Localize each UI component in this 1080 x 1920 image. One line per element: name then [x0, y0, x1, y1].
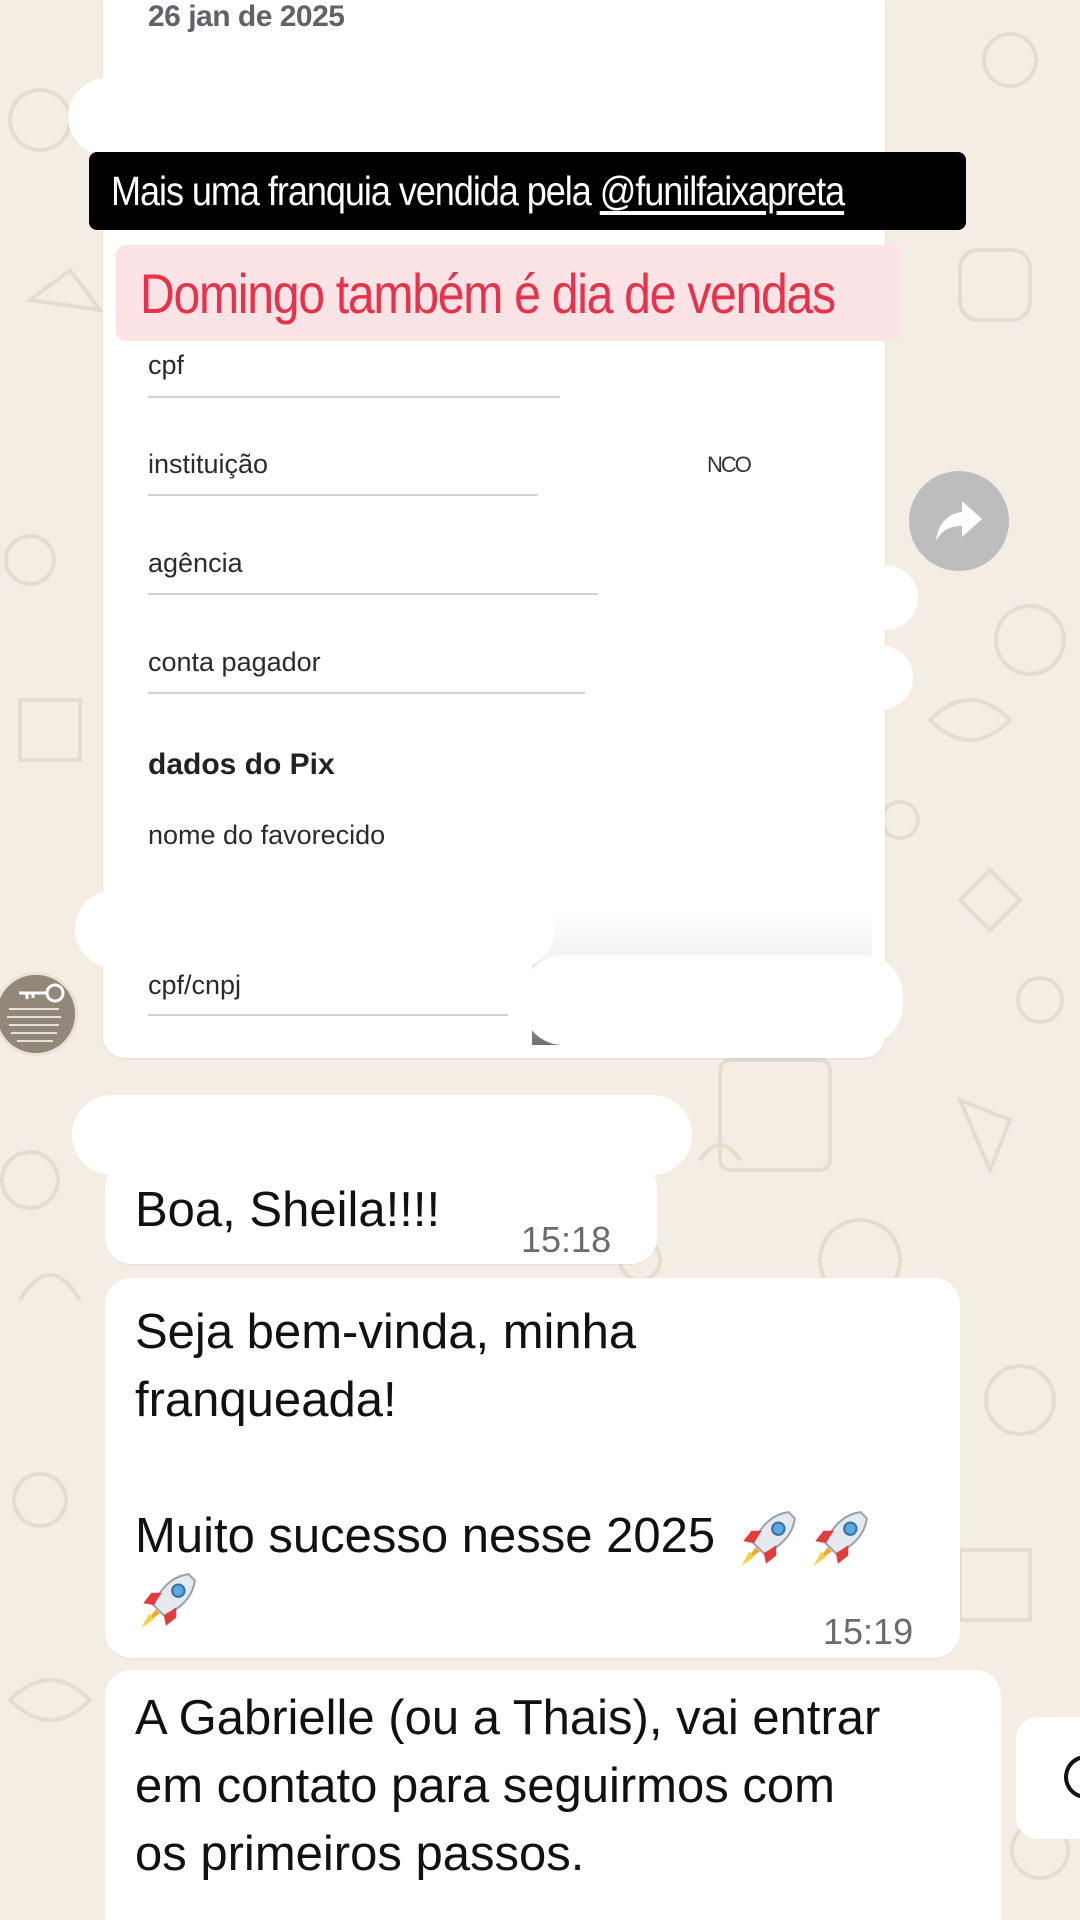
field-agencia-label: agência — [148, 548, 243, 578]
rocket-emoji-icon — [813, 1511, 868, 1566]
rocket-emoji-group — [715, 1509, 873, 1566]
story-headline: Domingo também é dia de vendas — [116, 245, 901, 341]
message-bubble[interactable]: Boa, Sheila!!!! 15:18 — [105, 1162, 657, 1264]
field-divider — [148, 593, 598, 595]
caption-prefix: Mais uma franquia vendida pela — [111, 167, 600, 214]
redaction-blob — [75, 890, 555, 968]
field-cpf-cnpj-label: cpf/cnpj — [148, 970, 242, 1000]
message-text: Boa, Sheila!!!! — [135, 1183, 441, 1237]
redaction-blob — [68, 78, 328, 156]
field-divider — [148, 1014, 508, 1016]
story-caption: Mais uma franquia vendida pela @funilfai… — [89, 152, 966, 230]
field-divider — [148, 494, 538, 496]
forward-button[interactable] — [909, 471, 1009, 571]
message-bubble[interactable]: Seja bem-vinda, minha franqueada! Muito … — [105, 1278, 960, 1658]
caption-handle-link[interactable]: @funilfaixapreta — [600, 168, 845, 214]
forward-icon — [936, 501, 982, 541]
field-instituicao-value: NCO — [707, 452, 752, 477]
message-time: 15:19 — [823, 1611, 914, 1652]
field-cpf-label: cpf — [148, 350, 185, 380]
side-card-icon — [1064, 1755, 1080, 1799]
headline-text: Domingo também é dia de vendas — [140, 261, 836, 325]
message-text: A Gabrielle (ou a Thais), vai entrar em … — [135, 1691, 881, 1881]
message-body: Seja bem-vinda, minha franqueada! Muito … — [135, 1298, 873, 1572]
field-conta-pagador-label: conta pagador — [148, 647, 321, 677]
message-bubble[interactable]: A Gabrielle (ou a Thais), vai entrar em … — [105, 1670, 1001, 1920]
rocket-emoji-icon — [741, 1511, 796, 1566]
receipt-date: 26 jan de 2025 — [148, 0, 345, 33]
field-nome-favorecido-label: nome do favorecido — [148, 820, 386, 850]
redaction-blob — [668, 565, 918, 630]
field-instituicao-label: instituição — [148, 449, 269, 479]
redaction-blob — [523, 955, 903, 1045]
rocket-emoji-icon — [141, 1573, 196, 1628]
redaction-blob — [648, 645, 913, 710]
side-card[interactable] — [1016, 1717, 1080, 1839]
field-divider — [148, 396, 560, 398]
message-text: Seja bem-vinda, minha franqueada! Muito … — [135, 1305, 716, 1563]
field-divider — [148, 692, 585, 694]
message-time: 15:18 — [521, 1219, 612, 1260]
dados-pix-title: dados do Pix — [148, 748, 335, 781]
